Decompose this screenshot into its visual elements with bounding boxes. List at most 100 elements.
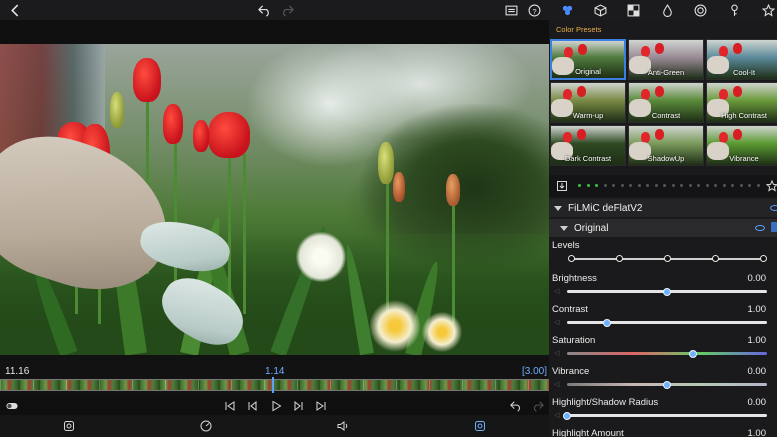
back-chevron-icon[interactable] xyxy=(6,1,24,19)
levels-point-knob[interactable] xyxy=(712,255,719,262)
reset-icon[interactable]: ◁ xyxy=(554,287,559,295)
star-icon[interactable] xyxy=(759,1,777,19)
preset-tile[interactable]: Anti-Green xyxy=(628,39,704,80)
pager-dot[interactable] xyxy=(731,184,734,187)
previous-frame-icon[interactable] xyxy=(244,398,260,414)
pager-dot[interactable] xyxy=(603,184,607,187)
pager-dot[interactable] xyxy=(697,184,700,187)
param-slider-track[interactable] xyxy=(567,321,767,324)
redo-icon[interactable] xyxy=(530,398,546,414)
top-toolbar: ? xyxy=(0,0,777,20)
reset-icon[interactable]: ◁ xyxy=(554,380,559,388)
pager-dot[interactable] xyxy=(637,184,641,187)
pager-dot[interactable] xyxy=(756,184,760,187)
pager-dot[interactable] xyxy=(646,184,649,187)
slides-icon[interactable] xyxy=(502,1,520,19)
param-slider-knob[interactable] xyxy=(663,380,671,389)
pager-dot[interactable] xyxy=(620,184,624,187)
pager-dot[interactable] xyxy=(739,184,743,187)
param-slider-track[interactable] xyxy=(567,352,767,355)
param-slider-knob[interactable] xyxy=(689,349,697,358)
reset-icon[interactable]: ◁ xyxy=(554,349,559,357)
favorite-star-icon[interactable] xyxy=(764,178,777,194)
next-frame-icon[interactable] xyxy=(291,398,307,414)
preset-tile[interactable]: High Contrast xyxy=(706,82,777,123)
reset-icon[interactable]: ◁ xyxy=(554,318,559,326)
levels-point-knob[interactable] xyxy=(760,255,767,262)
preset-tile[interactable]: Contrast xyxy=(628,82,704,123)
reset-icon[interactable]: ◁ xyxy=(554,411,559,419)
preset-tile[interactable]: Original xyxy=(550,39,626,80)
pager-dot[interactable] xyxy=(612,184,615,187)
pager-dot[interactable] xyxy=(578,184,581,187)
grid-icon[interactable] xyxy=(624,1,642,19)
param-value[interactable]: 1.00 xyxy=(748,304,767,315)
preset-tile[interactable]: Warm-up xyxy=(550,82,626,123)
pager-dot[interactable] xyxy=(654,184,658,187)
toggle-icon[interactable] xyxy=(4,398,20,414)
key-icon[interactable] xyxy=(725,1,743,19)
thumb-tulip xyxy=(655,43,664,54)
preset-visibility-icon[interactable] xyxy=(755,225,765,231)
effect-name: FiLMiC deFlatV2 xyxy=(568,202,643,214)
undo-icon[interactable] xyxy=(255,1,273,19)
levels-point-knob[interactable] xyxy=(664,255,671,262)
param-label: Highlight/Shadow Radius xyxy=(552,397,659,408)
preset-header[interactable]: Original xyxy=(549,219,777,237)
red-tulip xyxy=(163,104,183,144)
levels-label: Levels xyxy=(552,240,580,251)
pager-dot[interactable] xyxy=(680,184,683,187)
pager-dot[interactable] xyxy=(663,184,666,187)
levels-point-knob[interactable] xyxy=(616,255,623,262)
preset-name: Original xyxy=(574,222,609,234)
preset-tile[interactable]: Cool-It xyxy=(706,39,777,80)
snapshot-icon[interactable] xyxy=(61,418,77,434)
go-to-start-icon[interactable] xyxy=(222,398,238,414)
preset-tile[interactable]: ShadowUp xyxy=(628,125,704,166)
pager-dot[interactable] xyxy=(688,184,692,187)
target-icon[interactable] xyxy=(691,1,709,19)
levels-point-knob[interactable] xyxy=(568,255,575,262)
play-icon[interactable] xyxy=(268,398,284,414)
redo-icon[interactable] xyxy=(278,1,296,19)
audio-icon[interactable] xyxy=(335,418,351,434)
tulip-bud xyxy=(110,92,124,128)
pager-dot[interactable] xyxy=(705,184,709,187)
white-flower xyxy=(296,232,346,282)
effect-visibility-icon[interactable] xyxy=(770,205,777,211)
preset-tile[interactable]: Vibrance xyxy=(706,125,777,166)
pager-dot[interactable] xyxy=(595,184,598,187)
pager-dot[interactable] xyxy=(629,184,632,187)
color-presets-icon[interactable] xyxy=(558,1,576,19)
timeline-filmstrip[interactable] xyxy=(0,379,549,391)
playhead[interactable] xyxy=(272,377,274,393)
video-preview[interactable] xyxy=(0,44,549,355)
pager-dot[interactable] xyxy=(722,184,726,187)
speed-icon[interactable] xyxy=(198,418,214,434)
help-icon[interactable]: ? xyxy=(525,1,543,19)
param-value[interactable]: 1.00 xyxy=(748,335,767,346)
pager-dot[interactable] xyxy=(714,184,717,187)
param-slider-knob[interactable] xyxy=(663,287,671,296)
param-value[interactable]: 0.00 xyxy=(748,366,767,377)
preset-tile[interactable]: Dark Contrast xyxy=(550,125,626,166)
param-slider-knob[interactable] xyxy=(563,411,571,420)
param-value[interactable]: 0.00 xyxy=(748,273,767,284)
save-preset-icon[interactable] xyxy=(554,178,570,194)
pager-dot[interactable] xyxy=(748,184,751,187)
pager-dot[interactable] xyxy=(586,184,590,187)
undo-icon[interactable] xyxy=(508,398,524,414)
preset-color-chip[interactable] xyxy=(771,222,777,232)
drop-icon[interactable] xyxy=(658,1,676,19)
export-icon[interactable] xyxy=(472,418,488,434)
effect-header[interactable]: FiLMiC deFlatV2 xyxy=(549,199,777,217)
go-to-end-icon[interactable] xyxy=(313,398,329,414)
cube-icon[interactable] xyxy=(591,1,609,19)
red-tulip xyxy=(133,58,161,102)
param-slider-track[interactable] xyxy=(567,414,767,417)
pager-dot[interactable] xyxy=(671,184,675,187)
param-value[interactable]: 0.00 xyxy=(748,397,767,408)
stem xyxy=(243,154,246,314)
param-value[interactable]: 1.00 xyxy=(748,428,767,437)
param-slider-knob[interactable] xyxy=(603,318,611,327)
